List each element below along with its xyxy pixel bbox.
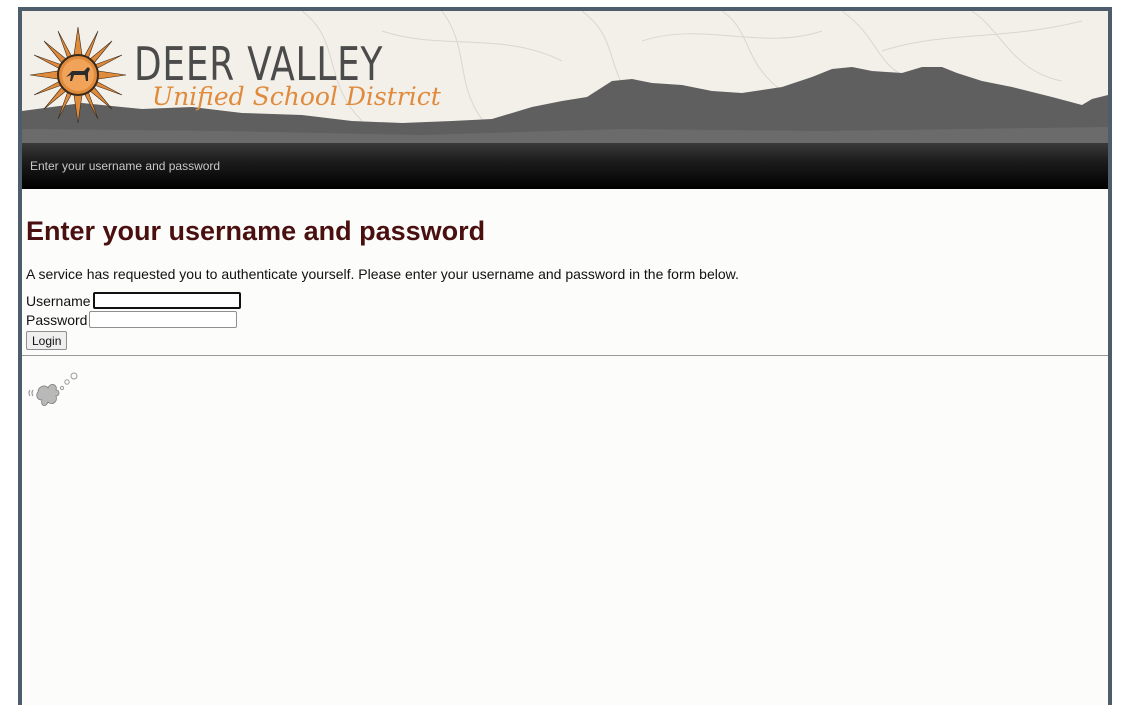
- page-title: Enter your username and password: [26, 216, 486, 246]
- password-label: Password: [26, 311, 88, 328]
- district-title: DEER VALLEY: [134, 37, 384, 91]
- username-label: Username: [26, 292, 91, 309]
- footer-divider: [22, 355, 1108, 356]
- simplesamlphp-logo-icon: [28, 372, 78, 406]
- district-subtitle: Unified School District: [152, 82, 441, 111]
- navbar: Enter your username and password: [22, 143, 1108, 189]
- login-form: Username Password Login: [26, 291, 1104, 350]
- main-content: Enter your username and password A servi…: [22, 215, 1108, 350]
- password-input[interactable]: [89, 311, 238, 328]
- login-button[interactable]: Login: [26, 331, 68, 350]
- intro-text: A service has requested you to authentic…: [26, 266, 739, 282]
- district-sun-logo: [29, 26, 127, 124]
- username-row: Username: [26, 291, 1104, 310]
- browser-frame: DEER VALLEY Unified School District Ente…: [18, 7, 1112, 705]
- username-input[interactable]: [92, 292, 241, 309]
- header-banner: DEER VALLEY Unified School District: [22, 11, 1108, 143]
- password-row: Password: [26, 310, 1104, 329]
- navbar-title: Enter your username and password: [30, 159, 221, 173]
